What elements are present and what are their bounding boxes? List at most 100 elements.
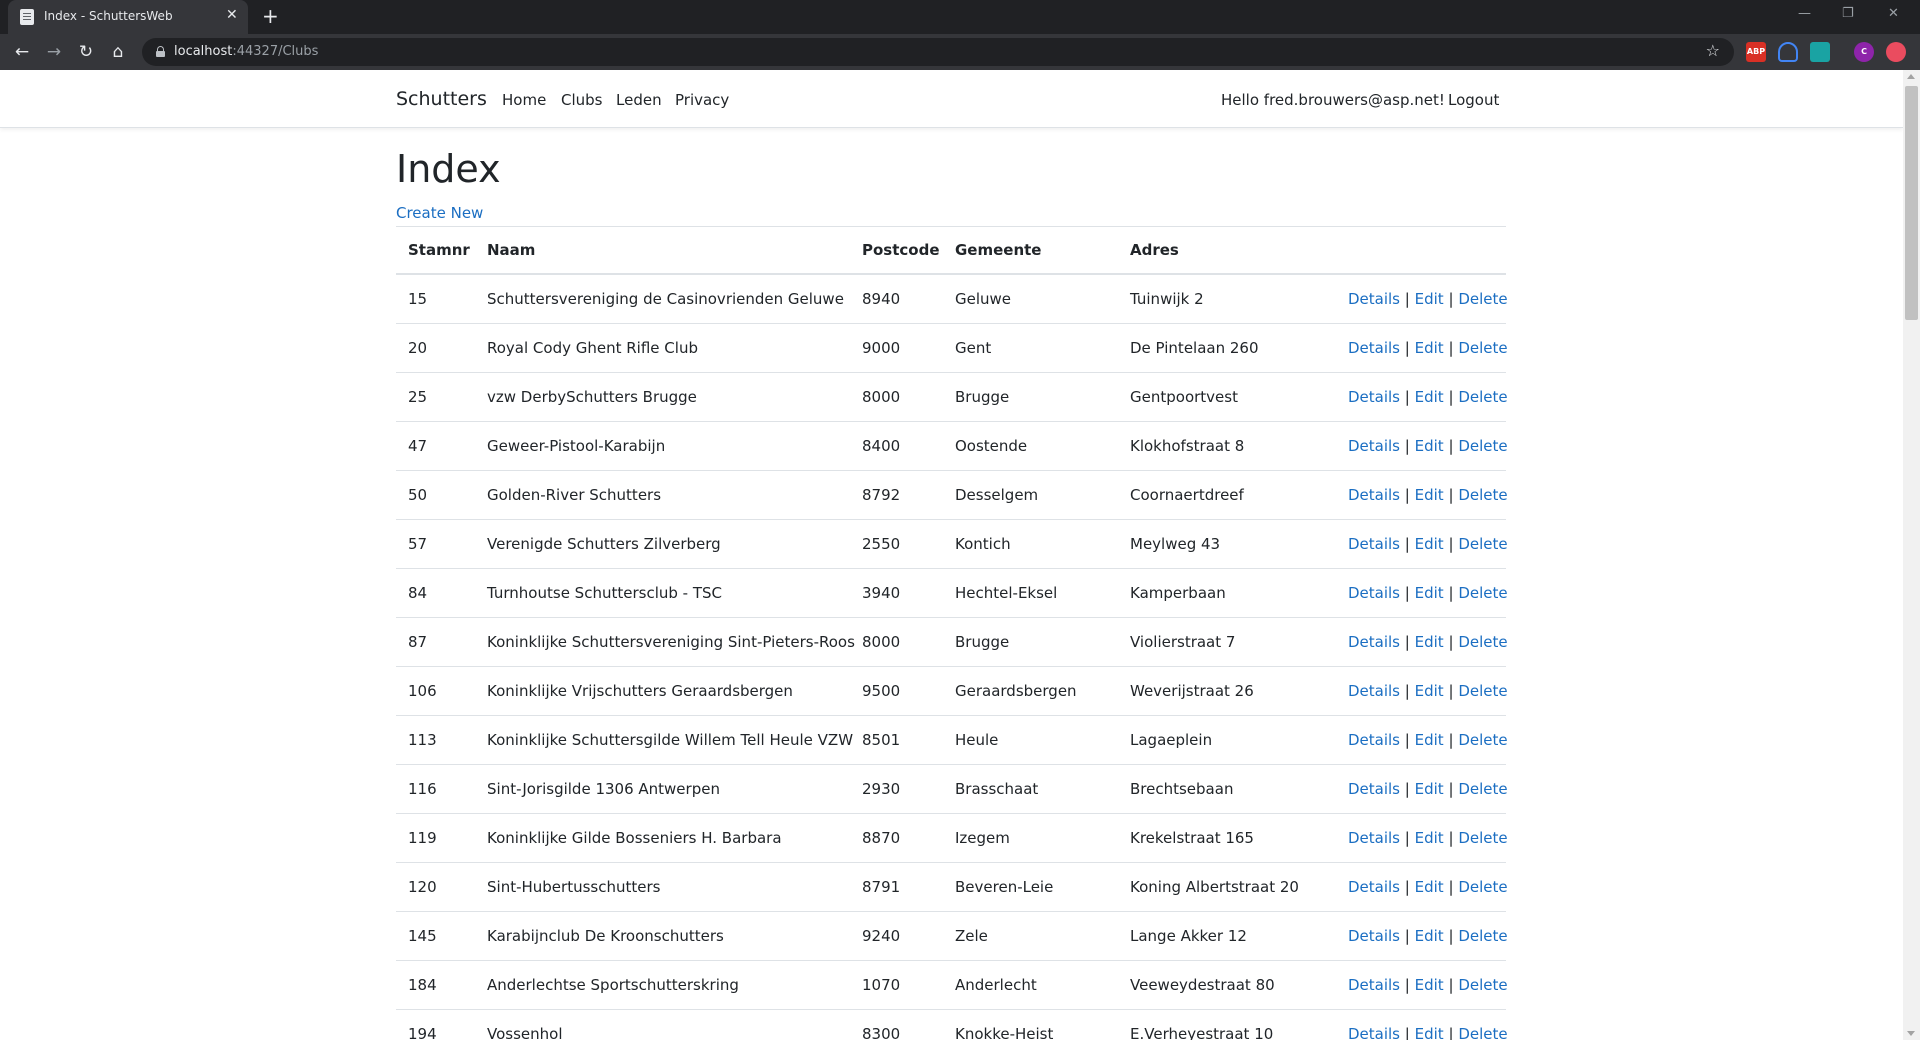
nav-link-clubs[interactable]: Clubs [561,91,602,109]
cell-adres: Violierstraat 7 [1130,633,1236,651]
action-separator: | [1404,829,1410,847]
action-separator: | [1448,927,1454,945]
navbar-brand[interactable]: Schutters [396,88,487,110]
action-separator: | [1404,339,1410,357]
ghostery-icon[interactable] [1778,42,1798,62]
delete-link[interactable]: Delete [1458,388,1507,406]
new-tab-icon[interactable]: + [262,4,279,28]
delete-link[interactable]: Delete [1458,486,1507,504]
delete-link[interactable]: Delete [1458,878,1507,896]
action-separator: | [1448,682,1454,700]
logout-button[interactable]: Logout [1448,91,1499,109]
edit-link[interactable]: Edit [1415,1025,1444,1040]
user-greeting[interactable]: Hello fred.brouwers@asp.net! [1221,91,1445,109]
details-link[interactable]: Details [1348,339,1400,357]
delete-link[interactable]: Delete [1458,1025,1507,1040]
details-link[interactable]: Details [1348,878,1400,896]
delete-link[interactable]: Delete [1458,633,1507,651]
edit-link[interactable]: Edit [1415,829,1444,847]
close-tab-icon[interactable]: ✕ [226,7,238,23]
create-new-link[interactable]: Create New [396,204,483,222]
details-link[interactable]: Details [1348,535,1400,553]
forward-icon[interactable]: → [42,40,66,64]
edit-link[interactable]: Edit [1415,633,1444,651]
delete-link[interactable]: Delete [1458,437,1507,455]
column-header-postcode: Postcode [862,241,940,259]
delete-link[interactable]: Delete [1458,780,1507,798]
close-window-icon[interactable]: ✕ [1888,6,1899,21]
edit-link[interactable]: Edit [1415,927,1444,945]
edit-link[interactable]: Edit [1415,731,1444,749]
edit-link[interactable]: Edit [1415,780,1444,798]
delete-link[interactable]: Delete [1458,584,1507,602]
details-link[interactable]: Details [1348,437,1400,455]
delete-link[interactable]: Delete [1458,927,1507,945]
action-separator: | [1448,584,1454,602]
nav-link-leden[interactable]: Leden [616,91,662,109]
extension-red-icon[interactable] [1886,42,1906,62]
delete-link[interactable]: Delete [1458,339,1507,357]
nav-link-home[interactable]: Home [502,91,546,109]
details-link[interactable]: Details [1348,584,1400,602]
edit-link[interactable]: Edit [1415,486,1444,504]
abp-icon[interactable]: ABP [1746,42,1766,62]
delete-link[interactable]: Delete [1458,535,1507,553]
details-link[interactable]: Details [1348,486,1400,504]
details-link[interactable]: Details [1348,682,1400,700]
edit-link[interactable]: Edit [1415,584,1444,602]
edit-link[interactable]: Edit [1415,437,1444,455]
edit-link[interactable]: Edit [1415,339,1444,357]
delete-link[interactable]: Delete [1458,682,1507,700]
scroll-up-icon[interactable] [1907,74,1915,79]
details-link[interactable]: Details [1348,388,1400,406]
cell-postcode: 1070 [862,976,901,994]
details-link[interactable]: Details [1348,290,1400,308]
table-row: 113 Koninklijke Schuttersgilde Willem Tel… [396,715,1508,764]
cell-stamnr: 25 [408,388,428,406]
restore-icon[interactable]: ❐ [1842,6,1854,21]
row-actions: Details | Edit | Delete [1348,486,1508,504]
cell-postcode: 9000 [862,339,901,357]
details-link[interactable]: Details [1348,633,1400,651]
action-separator: | [1404,633,1410,651]
back-icon[interactable]: ← [10,40,34,64]
cell-stamnr: 184 [408,976,437,994]
cell-postcode: 8792 [862,486,901,504]
profile-avatar[interactable]: C [1854,42,1874,62]
edit-link[interactable]: Edit [1415,388,1444,406]
browser-tabstrip: Index - SchuttersWeb ✕ + — ❐ ✕ [0,0,1920,34]
bookmark-ext-icon[interactable] [1810,42,1830,62]
details-link[interactable]: Details [1348,780,1400,798]
delete-link[interactable]: Delete [1458,290,1507,308]
details-link[interactable]: Details [1348,731,1400,749]
row-actions: Details | Edit | Delete [1348,780,1508,798]
edit-link[interactable]: Edit [1415,682,1444,700]
edit-link[interactable]: Edit [1415,878,1444,896]
delete-link[interactable]: Delete [1458,976,1507,994]
home-icon[interactable]: ⌂ [106,40,130,64]
delete-link[interactable]: Delete [1458,731,1507,749]
details-link[interactable]: Details [1348,976,1400,994]
address-bar[interactable]: localhost:44327/Clubs ☆ [142,38,1734,66]
browser-tab[interactable]: Index - SchuttersWeb ✕ [8,0,248,34]
cell-naam: vzw DerbySchutters Brugge [487,388,697,406]
nav-link-privacy[interactable]: Privacy [675,91,729,109]
scrollbar-thumb[interactable] [1905,86,1918,320]
reload-icon[interactable]: ↻ [74,40,98,64]
cell-adres: E.Verheyestraat 10 [1130,1025,1274,1040]
cell-naam: Sint-Jorisgilde 1306 Antwerpen [487,780,720,798]
edit-link[interactable]: Edit [1415,535,1444,553]
details-link[interactable]: Details [1348,829,1400,847]
edit-link[interactable]: Edit [1415,976,1444,994]
details-link[interactable]: Details [1348,1025,1400,1040]
bookmark-star-icon[interactable]: ☆ [1706,41,1720,60]
details-link[interactable]: Details [1348,927,1400,945]
edit-link[interactable]: Edit [1415,290,1444,308]
page-scrollbar[interactable] [1903,70,1920,1040]
delete-link[interactable]: Delete [1458,829,1507,847]
scroll-down-icon[interactable] [1907,1031,1915,1036]
table-row: 57 Verenigde Schutters Zilverberg 2550 Kont… [396,519,1508,568]
action-separator: | [1448,290,1454,308]
minimize-icon[interactable]: — [1798,6,1811,21]
cell-naam: Turnhoutse Schuttersclub - TSC [487,584,722,602]
